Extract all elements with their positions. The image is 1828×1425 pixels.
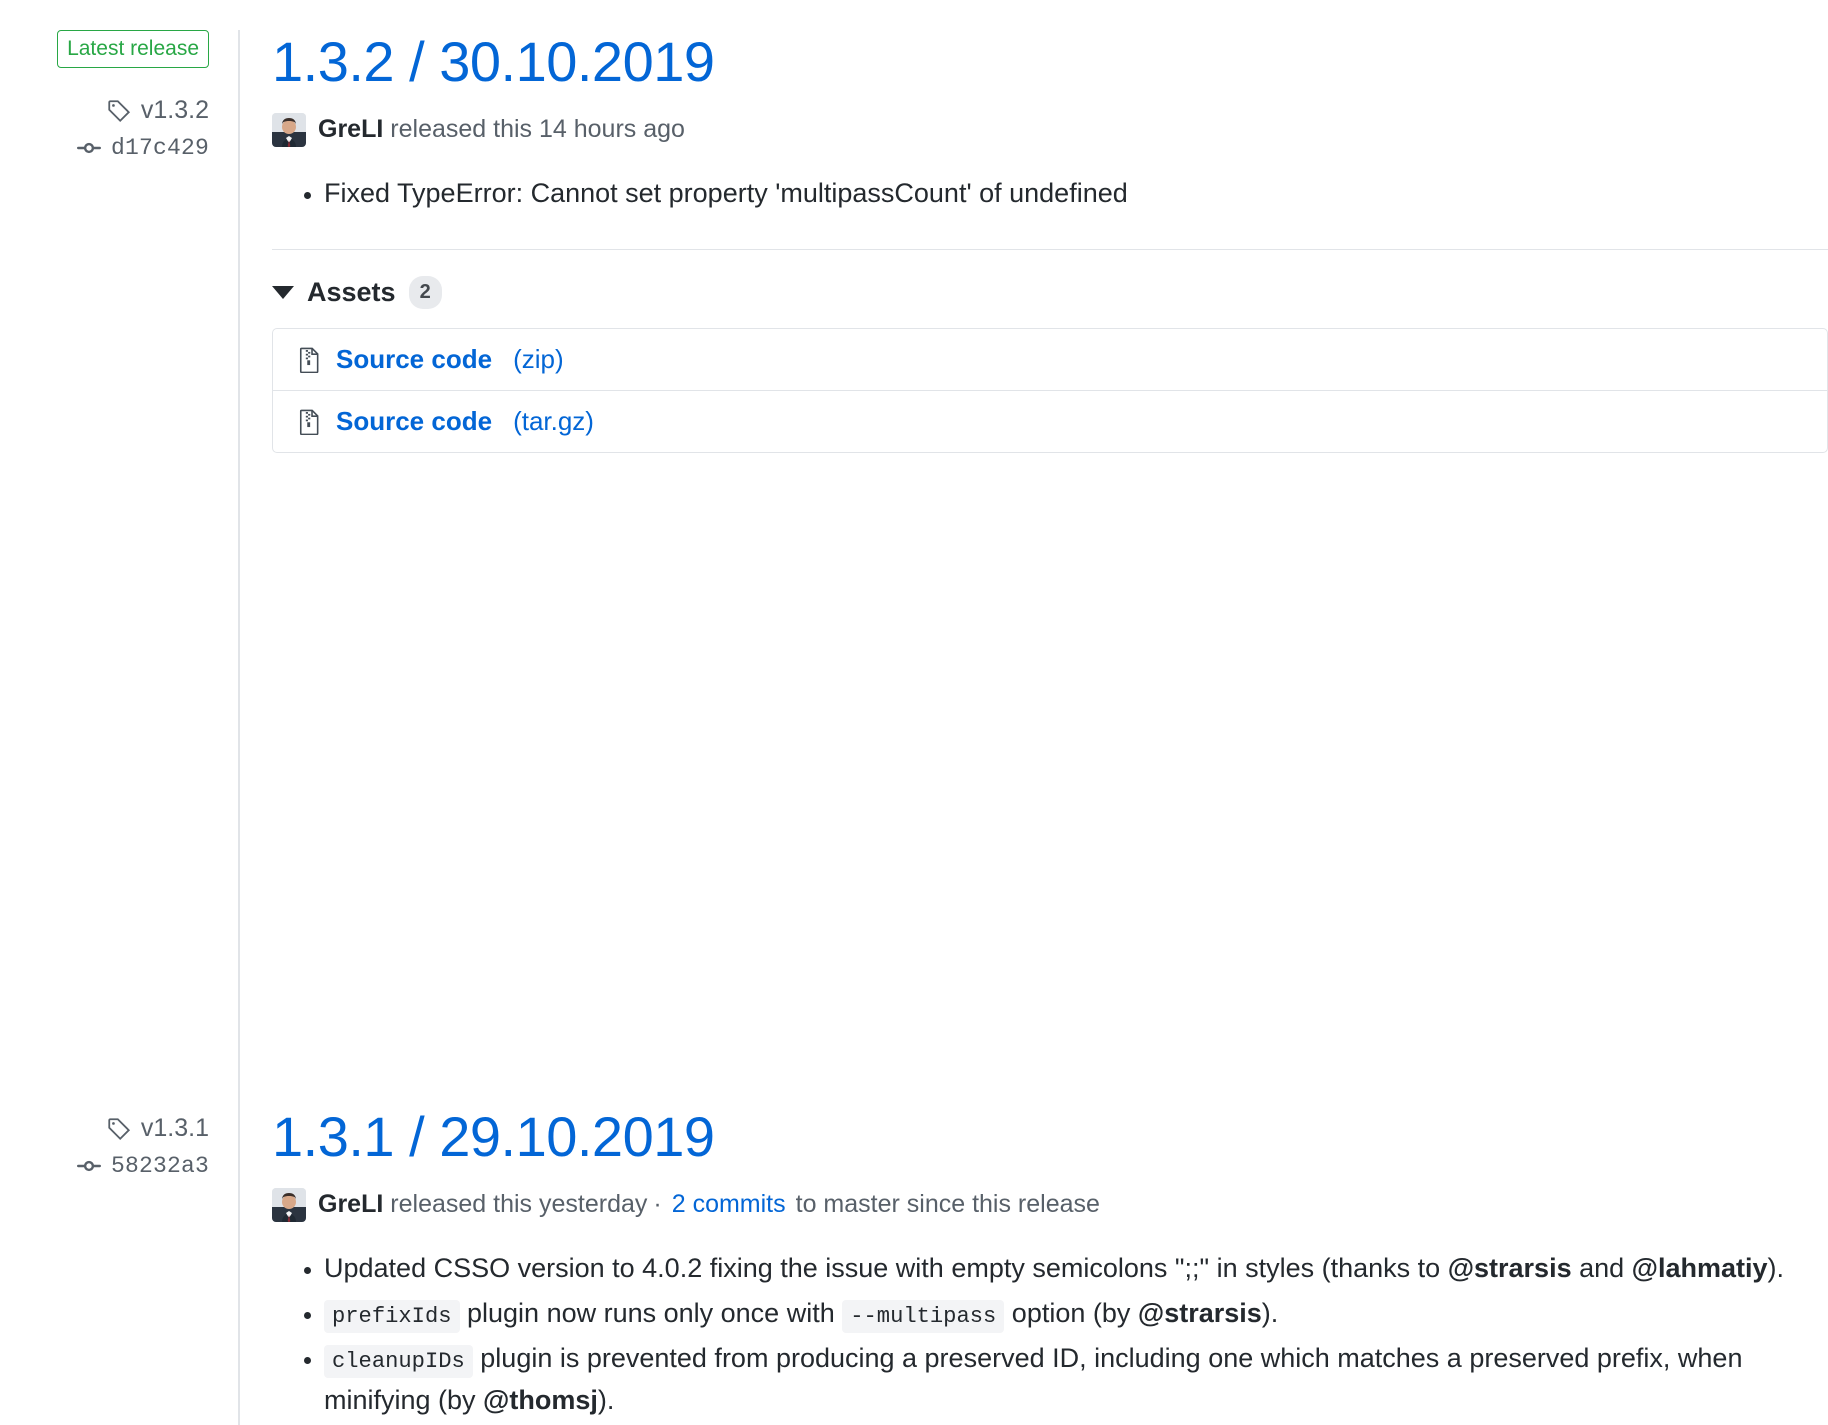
tag-icon [106, 1116, 132, 1142]
release-entry-latest: Latest release v1.3.2 d17c429 1.3.2 / 30… [0, 0, 1828, 500]
latest-release-badge: Latest release [0, 30, 209, 69]
release-commit-sha: d17c429 [110, 135, 209, 162]
user-mention: @lahmatiy [1631, 1253, 1768, 1284]
asset-row[interactable]: Source code (zip) [273, 329, 1827, 390]
release-note-text: and [1571, 1253, 1632, 1284]
asset-extension: (zip) [513, 344, 564, 375]
release-commit-sha: 58232a3 [110, 1153, 209, 1179]
release-note-text: ). [1261, 1298, 1279, 1329]
release-tag-link[interactable]: v1.3.2 [0, 96, 209, 125]
release-title: 1.3.1 / 29.10.2019 [272, 1105, 1828, 1169]
release-note-item: Fixed TypeError: Cannot set property 'mu… [324, 173, 1828, 215]
byline-separator: · [653, 1190, 662, 1219]
asset-extension: (tar.gz) [513, 406, 594, 437]
user-mention: @thomsj [483, 1384, 598, 1415]
assets-section: Assets 2 Source code (zip) Source code (… [272, 249, 1828, 454]
asset-row[interactable]: Source code (tar.gz) [273, 390, 1827, 452]
assets-toggle[interactable]: Assets 2 [272, 276, 1828, 310]
release-note-text: option (by [1004, 1298, 1138, 1329]
inline-code: cleanupIDs [324, 1345, 473, 1379]
git-commit-icon [76, 1153, 102, 1179]
release-tag-link[interactable]: v1.3.1 [0, 1114, 209, 1143]
asset-name[interactable]: Source code [336, 344, 492, 375]
release-note-text: ). [1767, 1253, 1785, 1284]
release-notes-list: Fixed TypeError: Cannot set property 'mu… [272, 173, 1828, 215]
avatar[interactable] [272, 1187, 306, 1222]
release-author[interactable]: GreLI [318, 1187, 383, 1222]
release-commit-link[interactable]: d17c429 [0, 135, 209, 161]
release-note-item: Updated CSSO version to 4.0.2 fixing the… [324, 1248, 1828, 1290]
release-title-link[interactable]: 1.3.1 / 29.10.2019 [272, 1105, 715, 1168]
release-title-link[interactable]: 1.3.2 / 30.10.2019 [272, 30, 715, 93]
caret-down-icon [272, 286, 294, 300]
file-zip-icon [298, 347, 322, 373]
release-author[interactable]: GreLI [318, 112, 383, 147]
release-byline: GreLI released this 14 hours ago [272, 112, 1828, 147]
release-note-text: plugin now runs only once with [459, 1298, 843, 1329]
user-mention: @strarsis [1137, 1298, 1262, 1329]
release-notes: Updated CSSO version to 4.0.2 fixing the… [272, 1248, 1828, 1421]
assets-count-badge: 2 [408, 276, 442, 310]
release-meta-sidebar: Latest release v1.3.2 d17c429 [0, 30, 238, 161]
commits-since-release-suffix: to master since this release [795, 1190, 1100, 1219]
release-meta-sidebar: v1.3.1 58232a3 [0, 500, 238, 1179]
release-tag-label: v1.3.2 [140, 96, 209, 125]
release-title: 1.3.2 / 30.10.2019 [272, 30, 1828, 94]
release-note-text: Fixed TypeError: Cannot set property 'mu… [324, 178, 1128, 209]
latest-release-badge-label: Latest release [57, 30, 209, 69]
release-body: 1.3.2 / 30.10.2019 GreLI released this 1… [238, 30, 1828, 500]
file-zip-icon [298, 409, 322, 435]
user-mention: @strarsis [1447, 1253, 1572, 1284]
release-tag-label: v1.3.1 [140, 1114, 209, 1142]
inline-code: --multipass [842, 1300, 1005, 1334]
release-note-text: Updated CSSO version to 4.0.2 fixing the… [324, 1253, 1448, 1284]
assets-divider [272, 249, 1828, 251]
assets-list: Source code (zip) Source code (tar.gz) [272, 328, 1828, 454]
commits-since-release-link[interactable]: 2 commits [672, 1187, 786, 1222]
assets-label: Assets [307, 277, 396, 308]
release-notes: Fixed TypeError: Cannot set property 'mu… [272, 173, 1828, 215]
release-timestamp: released this 14 hours ago [390, 115, 685, 144]
asset-name[interactable]: Source code [336, 406, 492, 437]
git-commit-icon [76, 135, 102, 161]
releases-page: Latest release v1.3.2 d17c429 1.3.2 / 30… [0, 0, 1828, 1425]
release-body: 1.3.1 / 29.10.2019 GreLI released this y… [238, 500, 1828, 1425]
release-entry: v1.3.1 58232a3 1.3.1 / 29.10.2019 GreLI … [0, 500, 1828, 1425]
release-timestamp: released this yesterday [390, 1190, 648, 1219]
release-notes-list: Updated CSSO version to 4.0.2 fixing the… [272, 1248, 1828, 1421]
release-byline: GreLI released this yesterday · 2 commit… [272, 1187, 1828, 1222]
release-note-item: prefixIds plugin now runs only once with… [324, 1293, 1828, 1335]
inline-code: prefixIds [324, 1300, 460, 1334]
tag-icon [106, 98, 132, 124]
release-commit-link[interactable]: 58232a3 [0, 1153, 209, 1179]
release-note-item: cleanupIDs plugin is prevented from prod… [324, 1338, 1828, 1422]
avatar[interactable] [272, 112, 306, 147]
release-note-text: ). [597, 1384, 615, 1415]
